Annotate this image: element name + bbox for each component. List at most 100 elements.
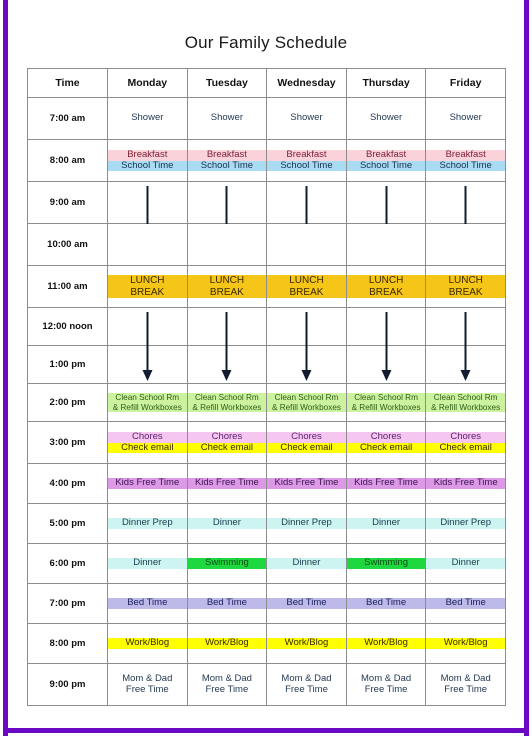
schedule-cell[interactable]: Work/Blog [266, 623, 347, 664]
schedule-cell[interactable]: Dinner [266, 543, 347, 584]
column-header-tuesday: Tuesday [186, 68, 268, 98]
schedule-cell[interactable]: Clean School Rm & Refill Workboxes [186, 383, 268, 422]
schedule-cell[interactable] [107, 312, 188, 384]
schedule-cell[interactable]: Work/Blog [425, 623, 506, 664]
schedule-cell[interactable] [425, 223, 506, 266]
schedule-cell[interactable] [266, 223, 347, 266]
schedule-cell[interactable]: Bed Time [186, 583, 268, 624]
schedule-cell[interactable]: Swimming [186, 543, 268, 584]
lunch-break-block: LUNCH BREAK [267, 275, 346, 298]
schedule-cell[interactable]: Shower [425, 97, 506, 140]
schedule-cell[interactable] [345, 181, 427, 251]
schedule-cell[interactable] [186, 307, 268, 346]
schedule-cell[interactable] [425, 307, 506, 346]
schedule-cell[interactable]: Dinner Prep [107, 503, 188, 544]
schedule-cell[interactable]: Bed Time [107, 583, 188, 624]
schedule-cell[interactable]: LUNCH BREAK [266, 265, 347, 308]
schedule-cell[interactable]: Breakfast School Time [266, 139, 347, 182]
schedule-cell[interactable]: Breakfast School Time [107, 139, 188, 182]
schedule-cell[interactable] [345, 223, 427, 266]
schedule-cell[interactable] [186, 312, 268, 384]
schedule-cell[interactable]: Shower [107, 97, 188, 140]
lunch-break-block: LUNCH BREAK [187, 275, 267, 298]
free-time-block: Mom & Dad Free Time [108, 673, 187, 696]
schedule-cell[interactable]: Dinner Prep [425, 503, 506, 544]
table-row: 10:00 am [27, 223, 506, 266]
schedule-cell[interactable]: Kids Free Time [107, 463, 188, 504]
schedule-cell[interactable]: Clean School Rm & Refill Workboxes [107, 383, 188, 422]
schedule-cell[interactable]: Kids Free Time [186, 463, 268, 504]
chores-block: Chores [187, 431, 267, 443]
schedule-cell[interactable]: Chores Check email [266, 421, 347, 464]
schedule-cell[interactable]: Mom & Dad Free Time [266, 663, 347, 706]
schedule-cell[interactable]: Chores Check email [186, 421, 268, 464]
time-label: 5:00 pm [27, 503, 108, 544]
schedule-cell[interactable]: Work/Blog [345, 623, 427, 664]
schedule-cell[interactable]: LUNCH BREAK [107, 265, 188, 308]
schedule-cell[interactable]: Dinner [425, 543, 506, 584]
schedule-cell[interactable]: Kids Free Time [266, 463, 347, 504]
schedule-cell[interactable] [425, 181, 506, 251]
schedule-cell[interactable]: Chores Check email [345, 421, 427, 464]
schedule-table: Time Monday Tuesday Wednesday Thursday F… [27, 68, 506, 706]
schedule-cell[interactable]: Dinner [186, 503, 268, 544]
schedule-cell[interactable]: LUNCH BREAK [345, 265, 427, 308]
schedule-cell[interactable] [266, 181, 347, 251]
schedule-cell[interactable] [107, 223, 188, 266]
schedule-cell[interactable]: Dinner Prep [266, 503, 347, 544]
schedule-cell[interactable]: Bed Time [425, 583, 506, 624]
schedule-cell[interactable]: Mom & Dad Free Time [107, 663, 188, 706]
time-label: 4:00 pm [27, 463, 108, 504]
schedule-cell[interactable]: Mom & Dad Free Time [186, 663, 268, 706]
schedule-cell[interactable]: LUNCH BREAK [186, 265, 268, 308]
schedule-cell[interactable]: Shower [345, 97, 427, 140]
schedule-cell[interactable] [107, 181, 188, 251]
schedule-cell[interactable] [186, 223, 268, 266]
time-label: 9:00 am [27, 181, 108, 224]
time-label: 1:00 pm [27, 345, 108, 384]
table-row: 3:00 pm Chores Check email Chores Check emai… [27, 421, 506, 464]
clean-school-block: Clean School Rm & Refill Workboxes [346, 393, 426, 412]
lunch-break-block: LUNCH BREAK [426, 275, 505, 298]
table-row: 1:00 pm [27, 312, 506, 384]
table-header-row: Time Monday Tuesday Wednesday Thursday F… [27, 68, 506, 98]
time-label: 8:00 am [27, 139, 108, 182]
schedule-cell[interactable] [266, 307, 347, 346]
schedule-cell[interactable]: Mom & Dad Free Time [345, 663, 427, 706]
schedule-cell[interactable]: Breakfast School Time [186, 139, 268, 182]
schedule-cell[interactable]: Breakfast School Time [345, 139, 427, 182]
schedule-cell[interactable]: Kids Free Time [345, 463, 427, 504]
schedule-cell[interactable] [186, 181, 268, 251]
table-row: 12:00 noon [27, 307, 506, 346]
schedule-cell[interactable]: Dinner [345, 503, 427, 544]
schedule-cell[interactable]: LUNCH BREAK [425, 265, 506, 308]
schedule-cell[interactable]: Work/Blog [107, 623, 188, 664]
schedule-cell[interactable] [345, 312, 427, 384]
schedule-cell[interactable] [425, 312, 506, 384]
breakfast-block: Breakfast [187, 149, 267, 161]
schedule-cell[interactable]: Kids Free Time [425, 463, 506, 504]
schedule-cell[interactable] [107, 307, 188, 346]
schedule-cell[interactable]: Clean School Rm & Refill Workboxes [425, 383, 506, 422]
schedule-cell[interactable]: Breakfast School Time [425, 139, 506, 182]
clean-school-block: Clean School Rm & Refill Workboxes [267, 393, 346, 412]
schedule-cell[interactable]: Work/Blog [186, 623, 268, 664]
time-label: 2:00 pm [27, 383, 108, 422]
schedule-cell[interactable]: Shower [266, 97, 347, 140]
schedule-cell[interactable]: Shower [186, 97, 268, 140]
schedule-cell[interactable]: Bed Time [345, 583, 427, 624]
schedule-cell[interactable]: Chores Check email [425, 421, 506, 464]
schedule-cell[interactable] [266, 312, 347, 384]
schedule-cell[interactable]: Bed Time [266, 583, 347, 624]
school-time-block: School Time [187, 160, 267, 172]
table-row: 8:00 pm Work/Blog Work/Blog Work/Blog Work/B… [27, 623, 506, 664]
schedule-cell[interactable]: Mom & Dad Free Time [425, 663, 506, 706]
schedule-cell[interactable]: Dinner [107, 543, 188, 584]
schedule-cell[interactable] [345, 307, 427, 346]
schedule-cell[interactable]: Swimming [345, 543, 427, 584]
schedule-cell[interactable]: Clean School Rm & Refill Workboxes [345, 383, 427, 422]
table-row: 4:00 pm Kids Free Time Kids Free Time Kids … [27, 463, 506, 504]
time-label: 8:00 pm [27, 623, 108, 664]
schedule-cell[interactable]: Chores Check email [107, 421, 188, 464]
schedule-cell[interactable]: Clean School Rm & Refill Workboxes [266, 383, 347, 422]
